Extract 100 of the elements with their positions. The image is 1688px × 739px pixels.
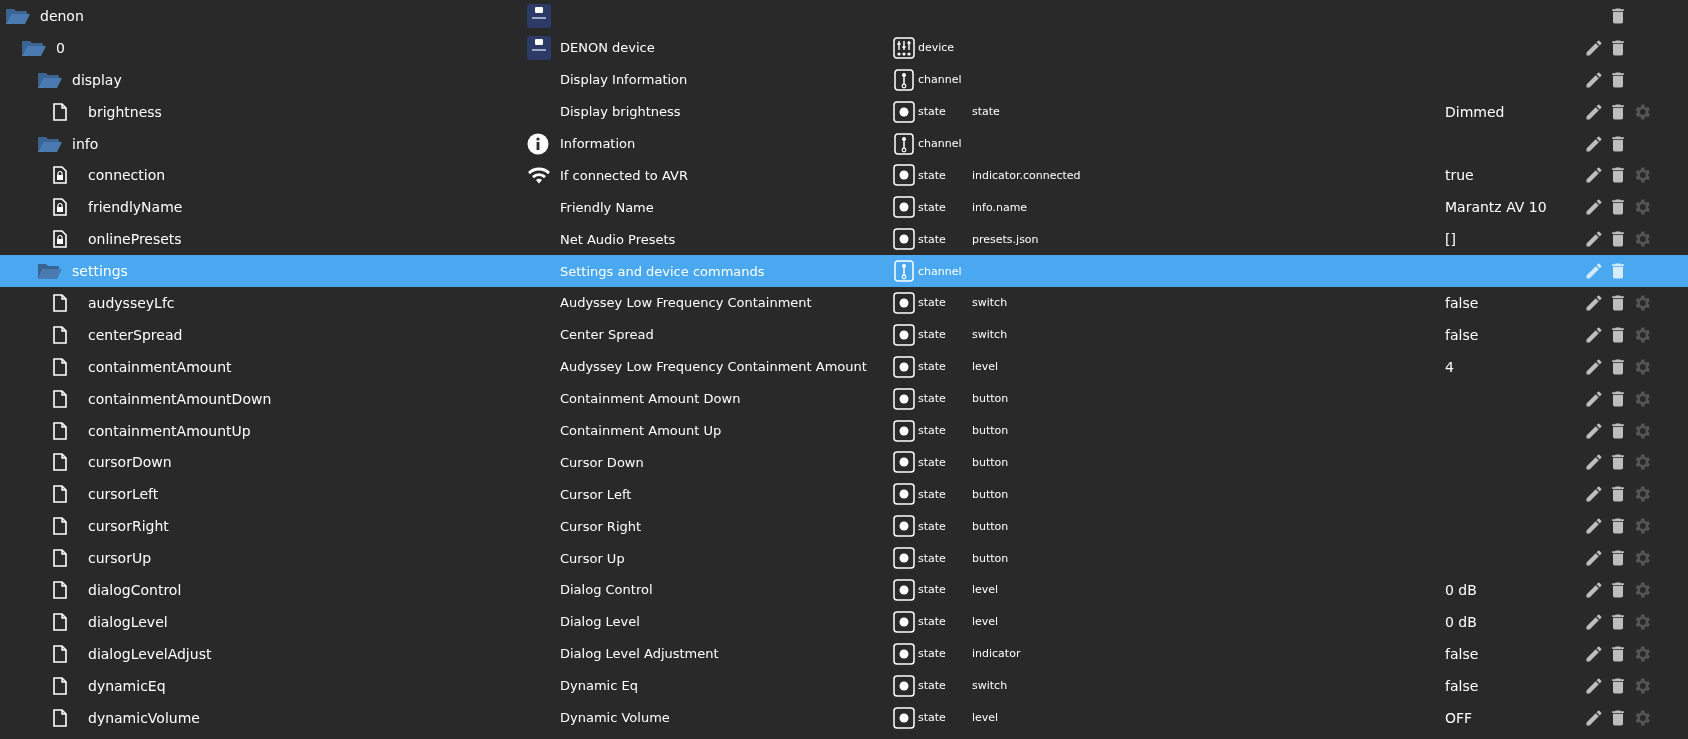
locked-file-icon: [53, 166, 67, 185]
object-id: denon: [40, 7, 84, 24]
object-id: dialogLevel: [88, 613, 168, 630]
object-type: state: [918, 711, 946, 725]
tree-row[interactable]: dynamicVolume Dynamic Volume state level OFF: [0, 701, 1688, 734]
object-name: Dialog Control: [560, 582, 654, 598]
tree-row[interactable]: audysseyLfc Audyssey Low Frequency Containment state switch false: [0, 287, 1688, 319]
tree-row[interactable]: dialogLevel Dialog Level state level 0 dB: [0, 605, 1688, 638]
object-role: switch: [972, 679, 1009, 693]
object-id: cursorUp: [88, 550, 152, 567]
object-id: containmentAmountDown: [88, 390, 272, 407]
object-role: button: [972, 519, 1010, 533]
object-role: level: [972, 360, 1000, 374]
state-value: false: [1445, 645, 1480, 662]
file-icon: [53, 549, 67, 568]
file-icon: [53, 485, 67, 504]
object-name: Cursor Up: [560, 550, 626, 566]
object-name: Dialog Level Adjustment: [560, 646, 720, 662]
object-type: state: [918, 232, 946, 246]
object-type: channel: [918, 137, 962, 150]
tree-row[interactable]: containmentAmountDown Containment Amount Down state button: [0, 382, 1688, 415]
file-icon: [53, 453, 67, 472]
file-icon: [53, 389, 67, 408]
state-value: Dimmed: [1445, 103, 1506, 120]
object-type: state: [918, 328, 946, 342]
object-id: connection: [88, 167, 166, 184]
object-id: dialogLevelAdjust: [88, 645, 212, 662]
tree-row[interactable]: info Information channel: [0, 127, 1688, 160]
object-role: button: [972, 551, 1010, 565]
object-name: Dynamic Volume: [560, 710, 671, 726]
object-id: dynamicEq: [88, 677, 166, 694]
tree-row[interactable]: dialogLevelAdjust Dialog Level Adjustment state indicator false: [0, 637, 1688, 670]
locked-file-icon: [53, 198, 67, 217]
object-role: presets.json: [972, 232, 1040, 246]
tree-row[interactable]: dynamicEq Dynamic Eq state switch false: [0, 669, 1688, 702]
tree-row[interactable]: cursorRight Cursor Right state button: [0, 510, 1688, 543]
tree-row[interactable]: onlinePresets Net Audio Presets state presets.json []: [0, 223, 1688, 256]
object-type: state: [918, 392, 946, 406]
object-name: Net Audio Presets: [560, 231, 677, 247]
object-name: Containment Amount Down: [560, 391, 742, 407]
file-icon: [53, 612, 67, 631]
state-value: 0 dB: [1445, 613, 1478, 630]
object-name: Display Information: [560, 72, 689, 88]
object-id: brightness: [88, 103, 162, 120]
object-id: cursorDown: [88, 454, 172, 471]
logo-tile-icon: [527, 35, 551, 60]
object-id: dynamicVolume: [88, 709, 200, 726]
object-id: containmentAmount: [88, 358, 232, 375]
tree-row[interactable]: containmentAmount Audyssey Low Frequency Containment Amount state level 4: [0, 350, 1688, 383]
file-icon: [53, 325, 67, 344]
pin-icon: [893, 132, 915, 155]
object-type: state: [918, 583, 946, 597]
object-type: state: [918, 455, 946, 469]
state-value: false: [1445, 294, 1480, 311]
object-name: Audyssey Low Frequency Containment: [560, 295, 813, 311]
object-type: state: [918, 296, 946, 310]
object-type: state: [918, 360, 946, 374]
tree-row[interactable]: cursorDown Cursor Down state button: [0, 446, 1688, 479]
object-name: Cursor Left: [560, 486, 633, 502]
file-icon: [53, 644, 67, 663]
tree-row[interactable]: display Display Information channel: [0, 63, 1688, 96]
tree-row[interactable]: dialogControl Dialog Control state level 0 dB: [0, 574, 1688, 606]
tree-row[interactable]: connection If connected to AVR state indicator.connected true: [0, 159, 1688, 192]
tree-row[interactable]: centerSpread Center Spread state switch false: [0, 318, 1688, 351]
tree-row[interactable]: cursorUp Cursor Up state button: [0, 542, 1688, 575]
logo-tile-icon: [527, 3, 551, 28]
object-role: level: [972, 615, 1000, 629]
tree-row[interactable]: brightness Display brightness state state Dimmed: [0, 95, 1688, 128]
object-role: button: [972, 424, 1010, 437]
object-id: cursorRight: [88, 518, 169, 535]
object-type: state: [918, 551, 946, 565]
tree-row[interactable]: friendlyName Friendly Name state info.name Marantz AV 10: [0, 191, 1688, 224]
tree-row[interactable]: denon: [0, 0, 1688, 32]
object-type: state: [918, 424, 946, 437]
object-role: level: [972, 711, 1000, 725]
object-role: info.name: [972, 200, 1029, 214]
object-id: friendlyName: [88, 199, 183, 216]
object-id: audysseyLfc: [88, 294, 175, 311]
object-type: state: [918, 615, 946, 629]
object-role: button: [972, 487, 1010, 501]
object-name: Audyssey Low Frequency Containment Amount: [560, 359, 868, 375]
object-type: device: [918, 41, 955, 55]
object-role: indicator: [972, 647, 1022, 661]
object-type: state: [918, 647, 946, 661]
object-type: state: [918, 200, 946, 214]
tree-row[interactable]: cursorLeft Cursor Left state button: [0, 478, 1688, 511]
object-role: indicator.connected: [972, 168, 1082, 182]
pin-icon: [893, 68, 915, 91]
tree-row[interactable]: 0 DENON device device: [0, 31, 1688, 64]
file-icon: [53, 676, 67, 695]
object-type: channel: [918, 73, 962, 87]
object-id: centerSpread: [88, 326, 183, 343]
file-icon: [53, 708, 67, 727]
object-name: Display brightness: [560, 104, 682, 120]
file-icon: [53, 293, 67, 312]
state-value: []: [1445, 231, 1457, 248]
object-name: Containment Amount Up: [560, 423, 723, 438]
object-type: state: [918, 487, 946, 501]
tree-row[interactable]: containmentAmountUp Containment Amount Up state button: [0, 414, 1688, 447]
object-name: Dialog Level: [560, 614, 641, 630]
